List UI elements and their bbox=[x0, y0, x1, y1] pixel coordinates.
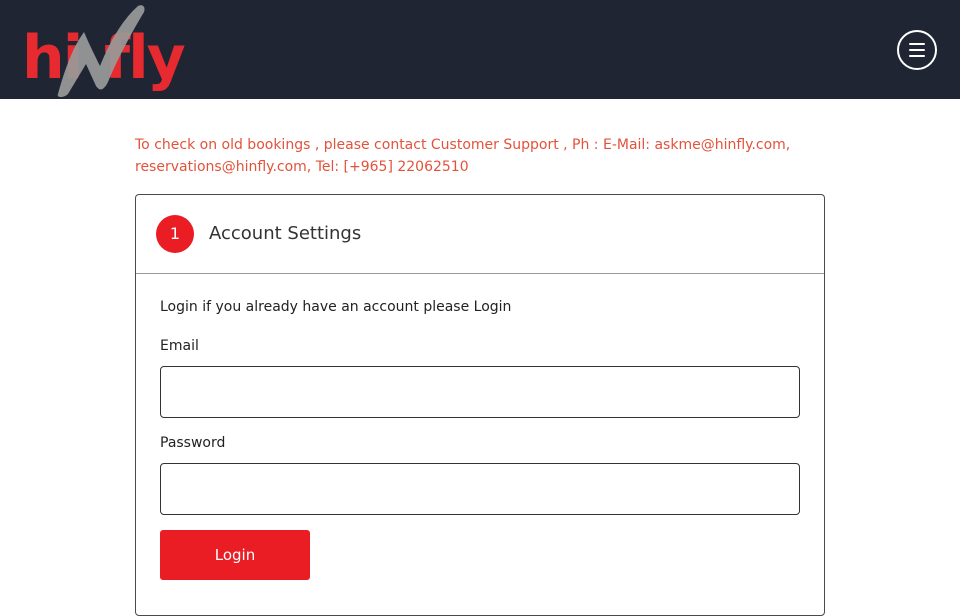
email-field[interactable] bbox=[160, 366, 800, 418]
step-number-badge: 1 bbox=[156, 215, 194, 253]
login-intro-text: Login if you already have an account ple… bbox=[160, 299, 512, 315]
support-notice: To check on old bookings , please contac… bbox=[135, 137, 791, 175]
hamburger-menu-icon bbox=[909, 43, 925, 45]
card-title: Account Settings bbox=[209, 223, 362, 244]
menu-toggle-button[interactable] bbox=[897, 30, 937, 70]
password-label: Password bbox=[160, 435, 226, 451]
account-settings-card: 1 Account Settings Login if you already … bbox=[135, 194, 825, 616]
login-button[interactable]: Login bbox=[160, 530, 310, 580]
site-header: hi fly bbox=[0, 0, 960, 99]
logo-swoosh: hi fly bbox=[22, 5, 188, 97]
hinfly-logo[interactable]: hi fly bbox=[20, 2, 188, 98]
email-label: Email bbox=[160, 338, 199, 354]
card-header: 1 Account Settings bbox=[136, 195, 824, 274]
password-field[interactable] bbox=[160, 463, 800, 515]
